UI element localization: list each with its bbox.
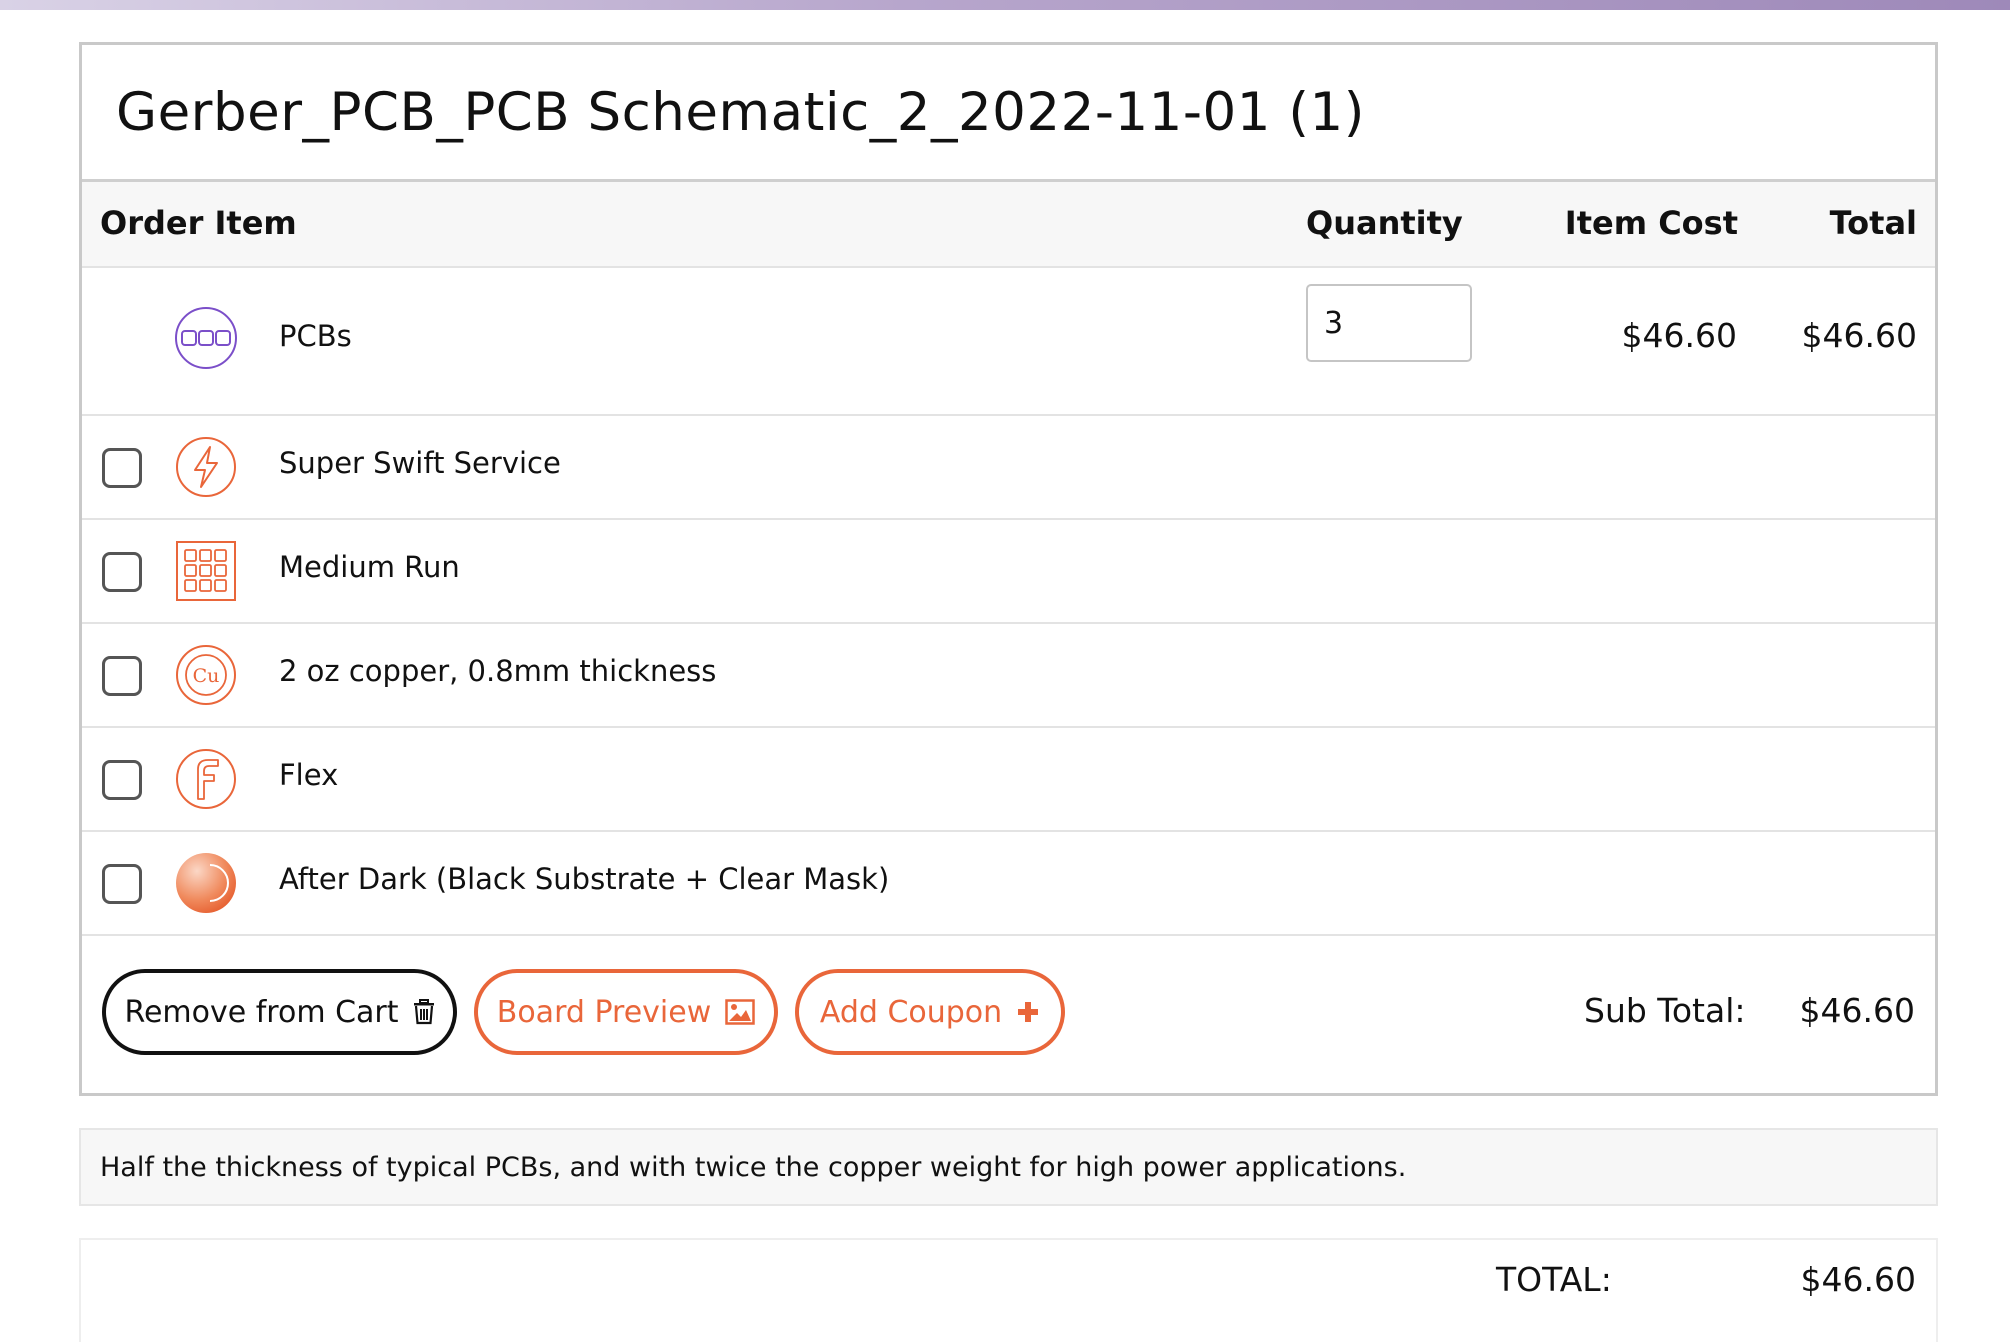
coupon-label: Add Coupon (819, 994, 1003, 1030)
cart-actions-row: Remove from Cart Board Preview Add Coupo… (82, 936, 1935, 1091)
header-order-item: Order Item (100, 204, 297, 242)
option-label: After Dark (Black Substrate + Clear Mask… (279, 862, 890, 896)
pcb-icon (175, 307, 237, 369)
remove-label: Remove from Cart (124, 994, 399, 1030)
order-total-box: TOTAL: $46.60 (79, 1238, 1938, 1342)
preview-label: Board Preview (496, 994, 712, 1030)
panel-grid-icon (176, 541, 236, 601)
order-title: Gerber_PCB_PCB Schematic_2_2022-11-01 (1… (82, 45, 1935, 182)
option-label: Medium Run (279, 550, 460, 584)
option-label: 2 oz copper, 0.8mm thickness (279, 654, 717, 688)
cart-item-card: Gerber_PCB_PCB Schematic_2_2022-11-01 (1… (79, 42, 1938, 1096)
remove-from-cart-button[interactable]: Remove from Cart (102, 969, 457, 1055)
flex-f-icon (176, 749, 236, 809)
total-label: TOTAL: (1496, 1260, 1612, 1299)
option-row-copper: Cu 2 oz copper, 0.8mm thickness (82, 624, 1935, 728)
copper-cu-icon: Cu (176, 645, 236, 705)
table-header: Order Item Quantity Item Cost Total (82, 182, 1935, 268)
image-icon (725, 999, 755, 1025)
item-cost-value: $46.60 (1621, 316, 1737, 355)
total-value: $46.60 (1800, 1260, 1916, 1299)
trash-icon (413, 999, 434, 1025)
option-row-after-dark: After Dark (Black Substrate + Clear Mask… (82, 832, 1935, 936)
lightning-bolt-icon (176, 437, 236, 497)
option-label: Flex (279, 758, 339, 792)
plus-icon (1018, 1002, 1039, 1022)
option-row-medium-run: Medium Run (82, 520, 1935, 624)
after-dark-checkbox[interactable] (102, 864, 142, 904)
subtotal-label: Sub Total: (1584, 991, 1746, 1030)
subtotal-value: $46.60 (1799, 991, 1915, 1030)
option-row-flex: Flex (82, 728, 1935, 832)
flex-checkbox[interactable] (102, 760, 142, 800)
option-description: Half the thickness of typical PCBs, and … (79, 1128, 1938, 1206)
pcbs-label: PCBs (279, 319, 352, 353)
board-preview-button[interactable]: Board Preview (474, 969, 778, 1055)
svg-text:Cu: Cu (193, 665, 220, 687)
copper-checkbox[interactable] (102, 656, 142, 696)
quantity-input[interactable] (1306, 284, 1472, 362)
moon-icon (176, 853, 236, 913)
header-quantity: Quantity (1306, 204, 1463, 242)
medium-run-checkbox[interactable] (102, 552, 142, 592)
add-coupon-button[interactable]: Add Coupon (795, 969, 1065, 1055)
super-swift-checkbox[interactable] (102, 448, 142, 488)
option-label: Super Swift Service (279, 446, 561, 480)
option-row-super-swift: Super Swift Service (82, 416, 1935, 520)
header-total: Total (1829, 204, 1917, 242)
top-gradient-bar (0, 0, 2010, 10)
row-total-value: $46.60 (1801, 316, 1917, 355)
table-row-pcbs: PCBs $46.60 $46.60 (82, 268, 1935, 416)
header-item-cost: Item Cost (1564, 204, 1738, 242)
